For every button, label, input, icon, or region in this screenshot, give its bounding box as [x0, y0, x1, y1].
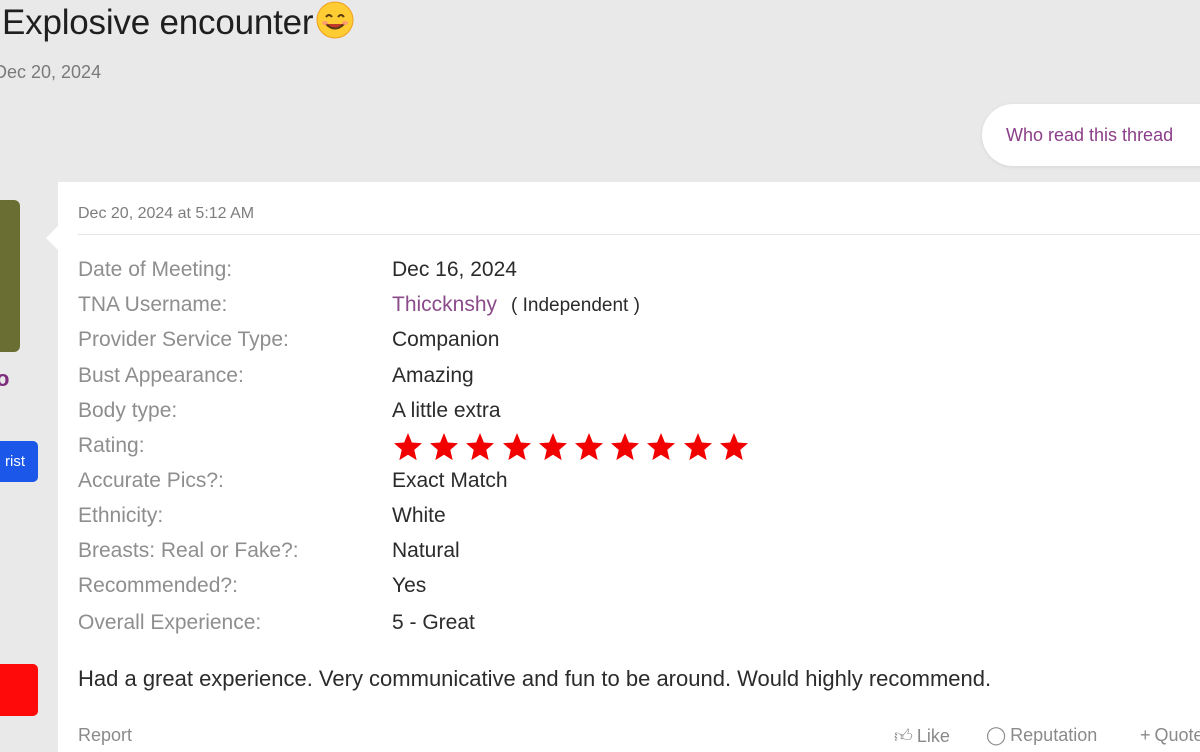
- field-value: Thiccknshy ( Independent ): [392, 293, 640, 317]
- post-date[interactable]: Dec 20, 2024 at 5:12 AM: [78, 205, 254, 223]
- user-title-badge-label: rist: [5, 453, 25, 470]
- field-row-body-type: Body type: A little extra: [78, 399, 1178, 429]
- thread-title: Explosive encounter: [2, 0, 355, 43]
- star-icon: [683, 433, 712, 461]
- field-value: Exact Match: [392, 469, 508, 492]
- field-value: Amazing: [392, 364, 474, 387]
- post-divider: [78, 234, 1200, 235]
- who-read-thread-label: Who read this thread: [1006, 125, 1174, 145]
- field-label: Bust Appearance:: [78, 364, 244, 387]
- field-value: A little extra: [392, 399, 501, 422]
- thumbs-up-icon: 👍︎: [894, 726, 913, 746]
- star-icon: [719, 433, 748, 461]
- field-row-tna-username: TNA Username: Thiccknshy ( Independent ): [78, 293, 1178, 323]
- star-icon: [430, 433, 459, 461]
- field-value: Yes: [392, 574, 427, 597]
- smiling-face-emoji-icon: [316, 1, 354, 39]
- review-body: Had a great experience. Very communicati…: [78, 666, 992, 691]
- field-label: Overall Experience:: [78, 611, 262, 634]
- star-icon: [394, 433, 422, 461]
- field-row-breasts: Breasts: Real or Fake?: Natural: [78, 539, 1178, 569]
- field-value: Companion: [392, 328, 500, 351]
- thread-meta: Dec 20, 2024: [0, 62, 101, 83]
- star-icon: [502, 433, 531, 461]
- field-row-bust-appearance: Bust Appearance: Amazing: [78, 364, 1178, 394]
- field-label: Recommended?:: [78, 574, 238, 597]
- avatar[interactable]: [0, 200, 20, 352]
- plus-icon: +: [1140, 725, 1151, 745]
- star-icon: [575, 433, 603, 461]
- field-label: Rating:: [78, 434, 145, 457]
- post-card: Dec 20, 2024 at 5:12 AM Date of Meeting:…: [58, 182, 1200, 752]
- post-pointer: [46, 226, 58, 250]
- field-label: Body type:: [78, 399, 178, 422]
- field-row-recommended: Recommended?: Yes: [78, 574, 1178, 604]
- provider-type-tag: ( Independent ): [511, 295, 640, 316]
- field-label: Provider Service Type:: [78, 328, 289, 351]
- reputation-label: Reputation: [1010, 725, 1098, 745]
- star-icon: [538, 433, 567, 461]
- field-label: Breasts: Real or Fake?:: [78, 539, 299, 562]
- field-value: Dec 16, 2024: [392, 258, 517, 281]
- star-icon: [647, 433, 676, 461]
- field-value: Natural: [392, 539, 460, 562]
- field-row-ethnicity: Ethnicity: White: [78, 504, 1178, 534]
- field-row-accurate-pics: Accurate Pics?: Exact Match: [78, 469, 1178, 499]
- thread-title-text: Explosive encounter: [2, 3, 314, 42]
- field-row-rating: Rating:: [78, 433, 1178, 464]
- field-label: Ethnicity:: [78, 504, 164, 527]
- field-row-provider-service-type: Provider Service Type: Companion: [78, 328, 1178, 358]
- field-value: White: [392, 504, 446, 527]
- field-row-date-of-meeting: Date of Meeting: Dec 16, 2024: [78, 258, 1178, 288]
- username[interactable]: o: [0, 366, 9, 392]
- star-icon: [611, 433, 640, 461]
- field-label: Date of Meeting:: [78, 258, 233, 281]
- thread-start-date: Dec 20, 2024: [0, 62, 102, 82]
- like-button[interactable]: 👍︎ Like: [894, 725, 950, 747]
- field-label: TNA Username:: [78, 293, 228, 316]
- user-red-badge: [0, 664, 38, 716]
- quote-label: Quote: [1154, 725, 1200, 745]
- who-read-thread-button[interactable]: Who read this thread: [982, 104, 1200, 166]
- reputation-icon: ◯: [986, 725, 1007, 745]
- tna-username-link[interactable]: Thiccknshy: [392, 293, 497, 316]
- like-label: Like: [916, 726, 950, 746]
- field-value: 5 - Great: [392, 611, 475, 634]
- star-icon: [466, 433, 495, 461]
- field-label: Accurate Pics?:: [78, 469, 224, 492]
- field-row-overall-experience: Overall Experience: 5 - Great: [78, 611, 1178, 641]
- user-title-badge: rist: [0, 441, 38, 482]
